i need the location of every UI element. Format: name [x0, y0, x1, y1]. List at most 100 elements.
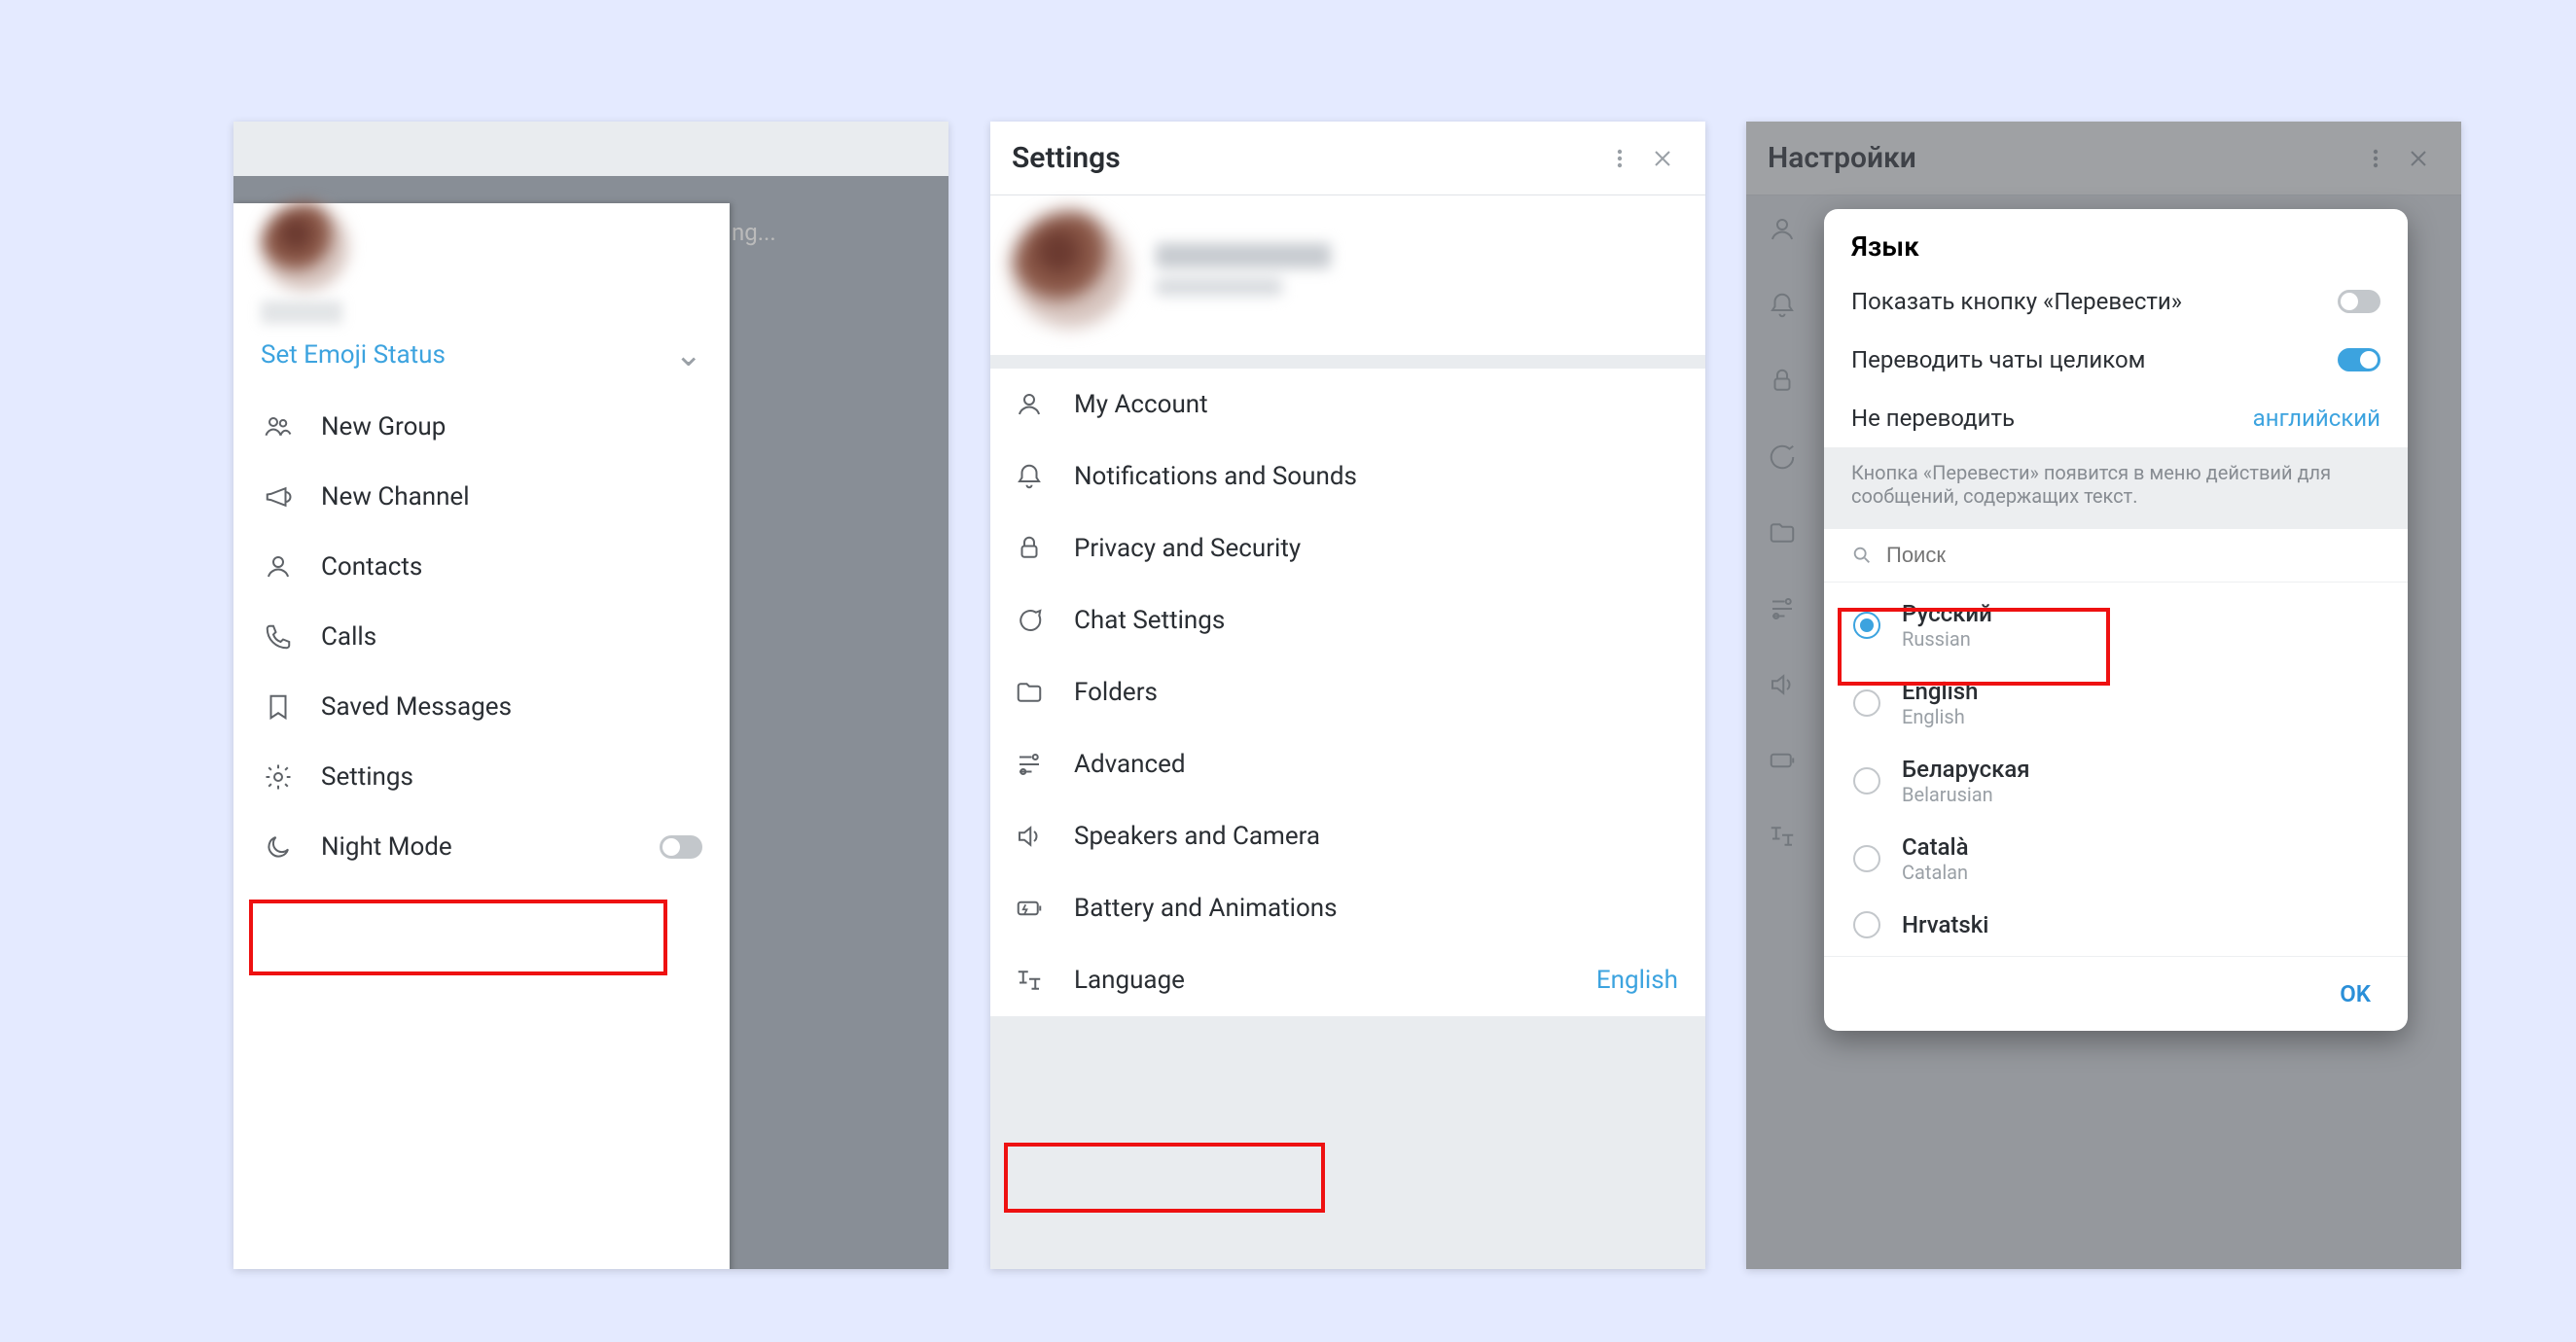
ok-button[interactable]: OK	[2326, 972, 2384, 1015]
menu-item-contacts[interactable]: Contacts	[233, 532, 730, 602]
group-icon	[261, 412, 296, 441]
panel-main-menu: ng... Set Emoji Status ⌄ New Group New C…	[233, 122, 948, 1269]
search-icon	[1851, 545, 1873, 566]
settings-item-label: Notifications and Sounds	[1074, 462, 1357, 491]
settings-item-privacy-and-security[interactable]: Privacy and Security	[990, 512, 1705, 584]
more-menu-button[interactable]	[1598, 137, 1641, 180]
avatar[interactable]	[261, 203, 348, 291]
show-translate-label: Показать кнопку «Перевести»	[1851, 288, 2182, 315]
user-icon	[261, 552, 296, 582]
settings-item-label: My Account	[1074, 390, 1208, 419]
language-native: English	[1902, 678, 1978, 705]
search-input[interactable]	[1886, 543, 2380, 568]
menu-item-label: Night Mode	[321, 832, 452, 862]
panel-language: Настройки Я	[1746, 122, 2461, 1269]
set-emoji-status-label: Set Emoji Status	[261, 340, 446, 370]
megaphone-icon	[261, 482, 296, 512]
annotation-highlight-language	[1004, 1143, 1325, 1213]
translate-icon	[1012, 966, 1047, 995]
gear-icon	[261, 762, 296, 792]
settings-item-label: Chat Settings	[1074, 606, 1225, 635]
radio-icon	[1853, 911, 1880, 938]
translate-note: Кнопка «Перевести» появится в меню дейст…	[1824, 447, 2408, 529]
menu-item-label: Calls	[321, 622, 376, 652]
radio-icon	[1853, 689, 1880, 717]
close-button[interactable]	[1641, 137, 1684, 180]
night-mode-toggle[interactable]	[660, 835, 702, 859]
language-english: English	[1902, 705, 1978, 728]
menu-item-saved-messages[interactable]: Saved Messages	[233, 672, 730, 742]
language-native: Беларуская	[1902, 756, 2030, 783]
menu-item-new-channel[interactable]: New Channel	[233, 462, 730, 532]
set-emoji-status-row[interactable]: Set Emoji Status ⌄	[261, 336, 702, 374]
menu-item-settings[interactable]: Settings	[233, 742, 730, 812]
profile-header[interactable]	[990, 195, 1705, 355]
settings-item-notifications-and-sounds[interactable]: Notifications and Sounds	[990, 441, 1705, 512]
settings-item-label: Speakers and Camera	[1074, 822, 1320, 851]
language-native: Русский	[1902, 600, 1992, 627]
language-native: Hrvatski	[1902, 911, 1988, 938]
menu-item-label: Settings	[321, 762, 413, 792]
avatar	[1012, 211, 1128, 328]
lock-icon	[1012, 534, 1047, 563]
bookmark-icon	[261, 692, 296, 722]
bell-icon	[1012, 462, 1047, 491]
user-name-blurred	[261, 300, 377, 324]
menu-item-label: Saved Messages	[321, 692, 512, 722]
settings-item-chat-settings[interactable]: Chat Settings	[990, 584, 1705, 656]
user-icon	[1012, 390, 1047, 419]
phone-icon	[261, 622, 296, 652]
settings-item-label: Folders	[1074, 678, 1158, 707]
radio-icon	[1853, 612, 1880, 639]
language-option-belarusian[interactable]: Беларуская Belarusian	[1845, 742, 2388, 820]
settings-item-label: Privacy and Security	[1074, 534, 1301, 563]
settings-title: Settings	[1012, 141, 1598, 175]
menu-item-label: Contacts	[321, 552, 422, 582]
hamburger-menu: Set Emoji Status ⌄ New Group New Channel…	[233, 203, 730, 1269]
dialog-title: Язык	[1824, 209, 2408, 272]
language-option-english[interactable]: English English	[1845, 664, 2388, 742]
language-option-hrvatski[interactable]: Hrvatski	[1845, 898, 2388, 952]
language-english: Russian	[1902, 627, 1992, 651]
annotation-highlight-settings	[249, 900, 667, 975]
menu-item-calls[interactable]: Calls	[233, 602, 730, 672]
language-dialog: Язык Показать кнопку «Перевести» Перевод…	[1824, 209, 2408, 1031]
radio-icon	[1853, 845, 1880, 872]
language-english: Catalan	[1902, 861, 1969, 884]
menu-item-new-group[interactable]: New Group	[233, 392, 730, 462]
menu-item-night-mode[interactable]: Night Mode	[233, 812, 730, 882]
show-translate-toggle[interactable]	[2338, 290, 2380, 313]
dont-translate-value[interactable]: английский	[2253, 405, 2380, 432]
dont-translate-row[interactable]: Не переводить английский	[1824, 389, 2408, 447]
translate-whole-row[interactable]: Переводить чаты целиком	[1824, 331, 2408, 389]
profile-name-blurred	[1156, 243, 1331, 296]
settings-item-label: Battery and Animations	[1074, 894, 1338, 923]
settings-item-my-account[interactable]: My Account	[990, 369, 1705, 441]
menu-item-label: New Group	[321, 412, 446, 441]
settings-item-battery-and-animations[interactable]: Battery and Animations	[990, 872, 1705, 944]
settings-item-folders[interactable]: Folders	[990, 656, 1705, 728]
settings-item-label: Advanced	[1074, 750, 1186, 779]
settings-item-advanced[interactable]: Advanced	[990, 728, 1705, 800]
language-search[interactable]	[1824, 529, 2408, 583]
background-loading-text: ng...	[732, 219, 776, 246]
sliders-icon	[1012, 750, 1047, 779]
panel1-scrim-header	[233, 122, 948, 176]
show-translate-row[interactable]: Показать кнопку «Перевести»	[1824, 272, 2408, 331]
language-option-catalan[interactable]: Català Catalan	[1845, 820, 2388, 898]
language-english: Belarusian	[1902, 783, 2030, 806]
settings-item-language[interactable]: LanguageEnglish	[990, 944, 1705, 1016]
radio-icon	[1853, 767, 1880, 795]
translate-whole-toggle[interactable]	[2338, 348, 2380, 371]
chevron-down-icon: ⌄	[675, 336, 703, 374]
settings-item-value: English	[1596, 966, 1684, 995]
panel-settings: Settings My Account Notifications and So…	[990, 122, 1705, 1269]
menu-item-label: New Channel	[321, 482, 470, 512]
translate-whole-label: Переводить чаты целиком	[1851, 346, 2145, 373]
folder-icon	[1012, 678, 1047, 707]
settings-item-speakers-and-camera[interactable]: Speakers and Camera	[990, 800, 1705, 872]
dont-translate-label: Не переводить	[1851, 405, 2015, 432]
chat-icon	[1012, 606, 1047, 635]
language-option-russian[interactable]: Русский Russian	[1845, 586, 2388, 664]
battery-icon	[1012, 894, 1047, 923]
